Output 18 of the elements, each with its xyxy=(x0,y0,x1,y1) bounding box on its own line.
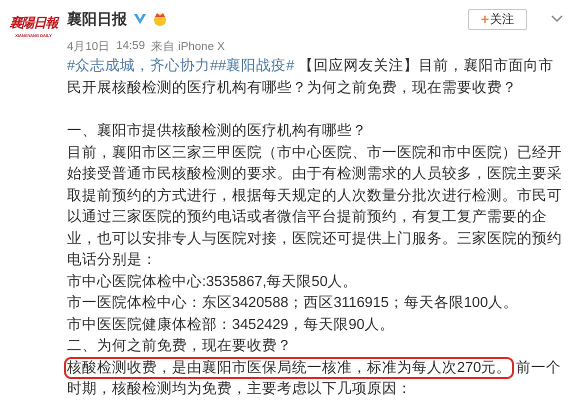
post-intro: #众志成城，齐心协力##襄阳战疫# 【回应网友关注】目前，襄阳市面向市民开展核酸检测的医疗机构有哪些？为何之前免费，现在需要收费？ xyxy=(67,56,554,98)
section-heading: 一、襄阳市提供核酸检测的医疗机构有哪些？ xyxy=(67,122,368,141)
paragraph: 目前，襄阳市区三家三甲医院（市中心医院、市一医院和市中医院）已经开始接受普通市民核酸检测的要求。由于有检测需求的人员较多，医院主要采取提前预约的方式进行，根据每天规定的人次数量分批次进行检测。市民可以通过三家医院的预约电话或者微信平台提前预约，有复工复产需要的企业，也可以安排专人与医院对接，医院还可提供上门服务。三家医院的预约电话分别是： xyxy=(67,144,563,270)
paragraph: 核酸检测收费，是由襄阳市医保局统一核准，标准为每人次270元。 前一个时期，核酸检测均为免费，主要考虑以下几项原因： xyxy=(67,358,565,400)
section-heading: 二、为何之前免费，现在要收费？ xyxy=(67,336,293,356)
paragraph: 市中心医院体检中心:3535867,每天限50人。 xyxy=(67,272,359,292)
hashtag-link[interactable]: #众志成城，齐心协力# xyxy=(67,58,218,74)
post-source: 来自 iPhone X xyxy=(150,40,225,54)
post-date[interactable]: 4月10日 xyxy=(67,38,110,54)
crown-icon xyxy=(152,11,168,27)
follow-button[interactable]: +关注 xyxy=(468,8,527,30)
post-time[interactable]: 14:59 xyxy=(116,40,145,52)
paragraph: 市中医医院健康体检部：3452429，每天限90人。 xyxy=(67,316,396,334)
chevron-down-icon[interactable] xyxy=(551,15,563,23)
logo-title: 襄陽日報 xyxy=(10,14,58,32)
author-name[interactable]: 襄阳日报 xyxy=(67,10,127,28)
hashtag-link[interactable]: #襄阳战疫# xyxy=(218,58,294,74)
paragraph: 市一医院体检中心：东区3420588；西区3116915；每天各限100人。 xyxy=(67,294,520,313)
